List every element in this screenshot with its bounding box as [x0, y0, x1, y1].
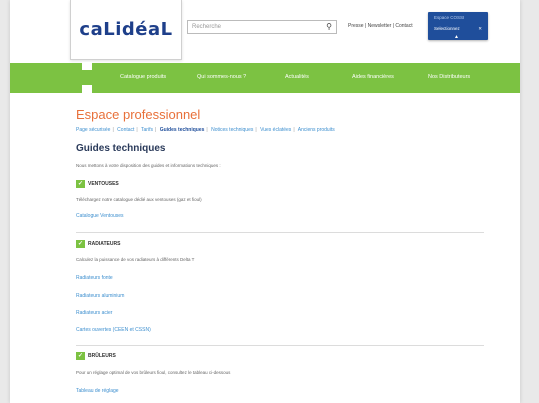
- nav-item-qui-sommes-nous[interactable]: Qui sommes-nous ?: [197, 74, 246, 80]
- breadcrumb-item[interactable]: Tarifs: [141, 127, 153, 133]
- top-link-presse[interactable]: Presse: [348, 23, 364, 29]
- search-icon[interactable]: ⚲: [326, 23, 332, 31]
- checkbox-icon: ✓: [76, 352, 85, 360]
- intro-text: Nous mettons à votre disposition des gui…: [76, 163, 221, 168]
- breadcrumb-item-active[interactable]: Guides techniques: [160, 127, 205, 133]
- section-title-radiateurs: ✓ RADIATEURS: [76, 240, 121, 248]
- logo[interactable]: caLidéaL: [79, 19, 172, 40]
- link-radiateurs-fonte[interactable]: Radiateurs fonte: [76, 275, 113, 281]
- top-link-newsletter[interactable]: Newsletter: [368, 23, 392, 29]
- checkbox-icon: ✓: [76, 180, 85, 188]
- divider: [76, 232, 484, 233]
- nav-item-actualites[interactable]: Actualités: [285, 74, 309, 80]
- top-links: Presse | Newsletter | Contact: [348, 23, 413, 29]
- top-link-contact[interactable]: Contact: [395, 23, 412, 29]
- page-container: caLidéaL Recherche ⚲ Presse | Newsletter…: [10, 0, 520, 403]
- nav-tab-decoration: [82, 85, 92, 94]
- checkbox-icon: ✓: [76, 240, 85, 248]
- link-radiateurs-aluminium[interactable]: Radiateurs aluminium: [76, 293, 124, 299]
- breadcrumb-item[interactable]: Notices techniques: [211, 127, 253, 133]
- breadcrumb: Page sécurisée | Contact | Tarifs | Guides …: [76, 127, 335, 133]
- nav-tab-decoration: [82, 62, 92, 70]
- pro-space-title: Espace COSSI: [434, 15, 465, 20]
- nav-item-catalogue[interactable]: Catalogue produits: [120, 74, 166, 80]
- divider: [76, 345, 484, 346]
- logo-container[interactable]: caLidéaL: [70, 0, 182, 60]
- chevron-up-icon[interactable]: ▲: [454, 34, 459, 40]
- link-catalogue-ventouses[interactable]: Catalogue Ventouses: [76, 213, 124, 219]
- pro-space-select-label: Selectionnez: [434, 26, 460, 31]
- section-heading: Guides techniques: [76, 143, 166, 154]
- section-title-bruleurs: ✓ BRÛLEURS: [76, 352, 116, 360]
- section-description: Pour un réglage optimal de vos brûleurs …: [76, 370, 231, 375]
- nav-item-distributeurs[interactable]: Nos Distributeurs: [428, 74, 470, 80]
- page-title: Espace professionnel: [76, 107, 201, 122]
- section-description: Téléchargez notre catalogue dédié aux ve…: [76, 197, 202, 202]
- close-icon[interactable]: ✕: [478, 26, 482, 32]
- breadcrumb-item[interactable]: Contact: [117, 127, 134, 133]
- breadcrumb-item[interactable]: Page sécurisée: [76, 127, 110, 133]
- search-input[interactable]: Recherche ⚲: [187, 20, 337, 34]
- pro-space-box[interactable]: Espace COSSI Selectionnez ✕ ▲: [428, 12, 488, 40]
- section-description: Calculez la puissance de vos radiateurs …: [76, 257, 195, 262]
- pro-space-select[interactable]: Selectionnez ✕: [434, 24, 482, 33]
- link-cartes-ouvertes[interactable]: Cartes ouvertes (CEEN et CSSN): [76, 327, 151, 333]
- section-title-ventouses: ✓ VENTOUSES: [76, 180, 119, 188]
- search-placeholder: Recherche: [192, 24, 222, 30]
- nav-item-aides-financieres[interactable]: Aides financières: [352, 74, 394, 80]
- main-nav: Catalogue produits Qui sommes-nous ? Act…: [10, 62, 520, 94]
- breadcrumb-item[interactable]: Anciens produits: [298, 127, 335, 133]
- link-radiateurs-acier[interactable]: Radiateurs acier: [76, 310, 112, 316]
- breadcrumb-item[interactable]: Vues éclatées: [260, 127, 291, 133]
- link-tableau-reglage[interactable]: Tableau de réglage: [76, 388, 119, 394]
